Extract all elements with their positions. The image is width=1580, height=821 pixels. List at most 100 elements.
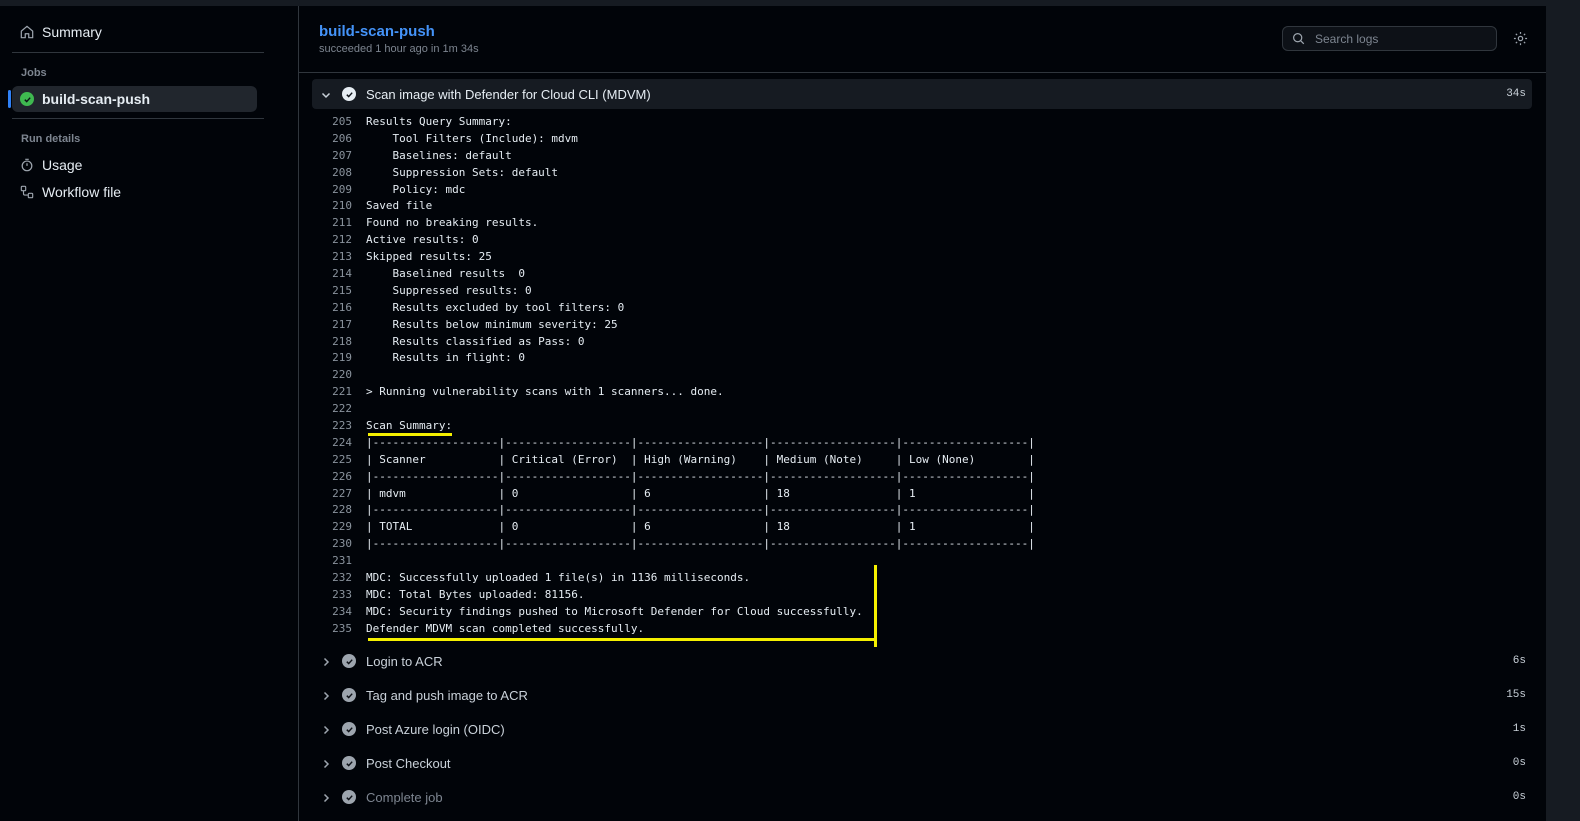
sidebar-item-label: build-scan-push: [42, 91, 151, 107]
line-number[interactable]: 206: [312, 131, 352, 148]
log-text: Suppressed results: 0: [366, 283, 532, 297]
step-duration: 34s: [1506, 88, 1526, 100]
line-number[interactable]: 224: [312, 435, 352, 452]
log-line: 220: [312, 367, 1532, 384]
jobs-heading: Jobs: [21, 67, 47, 79]
search-logs[interactable]: [1282, 26, 1497, 51]
step-label: Post Checkout: [366, 755, 451, 771]
log-text: Baselines: default: [366, 148, 512, 162]
search-input[interactable]: [1313, 30, 1487, 47]
success-check-icon: [342, 688, 356, 702]
step-duration: 6s: [1512, 655, 1526, 667]
log-line: 214 Baselined results 0: [312, 266, 1532, 283]
log-line: 205 Results Query Summary:: [312, 114, 1532, 131]
line-number[interactable]: 208: [312, 165, 352, 182]
log-text: MDC: Total Bytes uploaded: 81156.: [366, 587, 585, 601]
log-line: 228 |-------------------|----------------…: [312, 502, 1532, 519]
step-label: Login to ACR: [366, 653, 443, 669]
line-number[interactable]: 213: [312, 249, 352, 266]
sidebar-item-job[interactable]: build-scan-push: [8, 86, 257, 112]
log-text: |-------------------|-------------------…: [366, 469, 1035, 483]
step-header[interactable]: Complete job 0s: [312, 782, 1532, 812]
sidebar-item-workflow-file[interactable]: Workflow file: [12, 179, 257, 205]
log-line: 212 Active results: 0: [312, 232, 1532, 249]
line-number[interactable]: 209: [312, 182, 352, 199]
line-number[interactable]: 232: [312, 570, 352, 587]
line-number[interactable]: 235: [312, 621, 352, 638]
step-duration: 0s: [1512, 757, 1526, 769]
line-number[interactable]: 231: [312, 553, 352, 570]
step-header[interactable]: Login to ACR 6s: [312, 646, 1532, 676]
log-line: 208 Suppression Sets: default: [312, 165, 1532, 182]
scrollbar[interactable]: [1546, 6, 1580, 821]
step-duration: 0s: [1512, 791, 1526, 803]
line-number[interactable]: 210: [312, 198, 352, 215]
log-text: MDC: Successfully uploaded 1 file(s) in …: [366, 571, 751, 585]
log-line: 211 Found no breaking results.: [312, 215, 1532, 232]
line-number[interactable]: 218: [312, 334, 352, 351]
line-number[interactable]: 220: [312, 367, 352, 384]
line-number[interactable]: 233: [312, 587, 352, 604]
step-header[interactable]: Tag and push image to ACR 15s: [312, 680, 1532, 710]
line-number[interactable]: 217: [312, 317, 352, 334]
log-text: Defender MDVM scan completed successfull…: [366, 621, 645, 635]
success-check-icon: [342, 722, 356, 736]
gear-icon[interactable]: [1513, 31, 1528, 51]
line-number[interactable]: 229: [312, 519, 352, 536]
line-number[interactable]: 228: [312, 502, 352, 519]
line-number[interactable]: 221: [312, 384, 352, 401]
step-duration: 15s: [1506, 689, 1526, 701]
line-number[interactable]: 226: [312, 469, 352, 486]
log-text: | mdvm | 0 | 6 | 18 | 1 |: [366, 486, 1035, 500]
log-line: 223 Scan Summary:: [312, 418, 1532, 435]
step-label: Complete job: [366, 789, 443, 805]
sidebar-divider: [12, 118, 264, 119]
job-header: build-scan-push succeeded 1 hour ago in …: [299, 6, 1546, 73]
search-icon: [1291, 32, 1305, 46]
log-text: Results excluded by tool filters: 0: [366, 300, 625, 314]
sidebar-item-usage[interactable]: Usage: [12, 152, 257, 178]
chevron-right-icon: [320, 791, 332, 803]
line-number[interactable]: 227: [312, 486, 352, 503]
log-line: 235 Defender MDVM scan completed successf…: [312, 621, 1532, 638]
line-number[interactable]: 223: [312, 418, 352, 435]
step-label: Tag and push image to ACR: [366, 687, 528, 703]
line-number[interactable]: 207: [312, 148, 352, 165]
chevron-right-icon: [320, 689, 332, 701]
sidebar-item-summary[interactable]: Summary: [12, 19, 257, 45]
line-number[interactable]: 216: [312, 300, 352, 317]
line-number[interactable]: 234: [312, 604, 352, 621]
log-text: Baselined results 0: [366, 267, 525, 281]
step-header[interactable]: Post Checkout 0s: [312, 748, 1532, 778]
log-text: Policy: mdc: [366, 182, 466, 196]
line-number[interactable]: 211: [312, 215, 352, 232]
step-header[interactable]: Post Azure login (OIDC) 1s: [312, 714, 1532, 744]
log-line: 229 | TOTAL | 0 | 6 | 18 | 1 |: [312, 519, 1532, 536]
line-number[interactable]: 222: [312, 401, 352, 418]
line-number[interactable]: 230: [312, 536, 352, 553]
log-line: 207 Baselines: default: [312, 148, 1532, 165]
chevron-right-icon: [320, 655, 332, 667]
line-number[interactable]: 214: [312, 266, 352, 283]
run-details-heading: Run details: [21, 133, 81, 145]
line-number[interactable]: 212: [312, 232, 352, 249]
step-duration: 1s: [1512, 723, 1526, 735]
log-line: 218 Results classified as Pass: 0: [312, 334, 1532, 351]
page-title[interactable]: build-scan-push: [319, 23, 435, 40]
success-check-icon: [342, 654, 356, 668]
log-line: 230 |-------------------|----------------…: [312, 536, 1532, 553]
step-label: Scan image with Defender for Cloud CLI (…: [366, 86, 651, 102]
line-number[interactable]: 205: [312, 114, 352, 131]
log-line: 227 | mdvm | 0 | 6 | 18 | 1 |: [312, 486, 1532, 503]
log-line: 224 |-------------------|----------------…: [312, 435, 1532, 452]
stopwatch-icon: [20, 158, 34, 172]
log-text: | Scanner | Critical (Error) | High (War…: [366, 452, 1035, 466]
log-text: > Running vulnerability scans with 1 sca…: [366, 385, 724, 399]
step-header-scan-image[interactable]: Scan image with Defender for Cloud CLI (…: [312, 79, 1532, 109]
line-number[interactable]: 215: [312, 283, 352, 300]
chevron-right-icon: [320, 757, 332, 769]
log-text: Skipped results: 25: [366, 250, 492, 264]
line-number[interactable]: 219: [312, 350, 352, 367]
chevron-down-icon: [320, 88, 332, 100]
line-number[interactable]: 225: [312, 452, 352, 469]
